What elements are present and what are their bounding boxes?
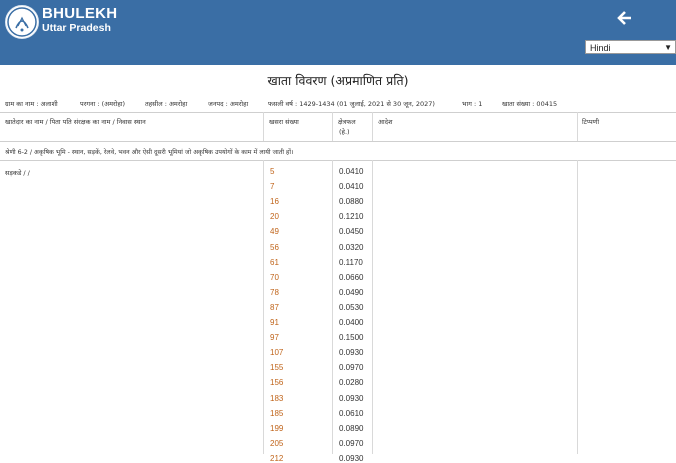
khasra-number: 5 (270, 167, 275, 176)
col-divider (332, 160, 333, 454)
brand-subtitle: Uttar Pradesh (42, 22, 111, 34)
area-value: 0.0530 (339, 303, 364, 312)
meta-fasli: फसली वर्ष : 1429-1434 (01 जुलाई, 2021 से… (268, 100, 435, 108)
col-divider (577, 112, 578, 141)
khasra-number: 156 (270, 378, 284, 387)
area-value: 0.0930 (339, 348, 364, 357)
chevron-down-icon: ▼ (664, 43, 672, 52)
language-select-value: Hindi (590, 43, 611, 53)
khasra-number: 20 (270, 212, 279, 221)
area-value: 0.0490 (339, 288, 364, 297)
khasra-number: 49 (270, 227, 279, 236)
khasra-number: 70 (270, 273, 279, 282)
khasra-number: 199 (270, 424, 284, 433)
col-divider (332, 112, 333, 141)
header-order: आदेश (378, 118, 393, 126)
header-khasra: खसरा संख्या (269, 118, 299, 126)
area-value: 0.0280 (339, 378, 364, 387)
arrow-left-icon[interactable] (617, 10, 633, 26)
area-value: 0.0320 (339, 243, 364, 252)
area-value: 0.0890 (339, 424, 364, 433)
header-area-unit: (हे.) (339, 128, 350, 136)
section-border (0, 160, 676, 161)
header-area: क्षेत्रफल (338, 118, 356, 126)
meta-district: जनपद : अमरोहा (208, 100, 249, 108)
up-emblem-icon (5, 5, 39, 39)
area-value: 0.0660 (339, 273, 364, 282)
khasra-number: 205 (270, 439, 284, 448)
header-owner: खातेदार का नाम / पिता पति संरक्षक का नाम… (5, 118, 146, 126)
khasra-number: 155 (270, 363, 284, 372)
khasra-number: 185 (270, 409, 284, 418)
area-value: 0.0410 (339, 182, 364, 191)
area-value: 0.1500 (339, 333, 364, 342)
area-value: 0.0930 (339, 394, 364, 403)
area-value: 0.0930 (339, 454, 364, 463)
khasra-number: 107 (270, 348, 284, 357)
area-value: 0.0450 (339, 227, 364, 236)
khasra-number: 56 (270, 243, 279, 252)
app-header: BHULEKH Uttar Pradesh Hindi ▼ (0, 0, 676, 65)
meta-khata-no: खाता संख्या : 00415 (502, 100, 558, 108)
meta-bhag: भाग : 1 (462, 100, 483, 108)
brand-title: BHULEKH (42, 5, 118, 22)
language-select[interactable]: Hindi ▼ (585, 40, 676, 54)
col-divider (263, 160, 264, 454)
table-header-border (0, 141, 676, 142)
area-value: 0.0410 (339, 167, 364, 176)
area-value: 0.0970 (339, 439, 364, 448)
col-divider (263, 112, 264, 141)
category-note: श्रेणी 6-2 / अकृषिक भूमि - स्थान, सड़कें… (5, 149, 294, 156)
area-value: 0.1170 (339, 258, 363, 267)
page-title: खाता विवरण (अप्रमाणित प्रति) (267, 73, 409, 88)
meta-village: ग्राम का नाम : अलाशी (5, 100, 58, 108)
khasra-number: 87 (270, 303, 279, 312)
col-divider (372, 160, 373, 454)
table-top-border (0, 112, 676, 113)
meta-tehsil: तहसील : अमरोहा (145, 100, 188, 108)
area-value: 0.0610 (339, 409, 364, 418)
khasra-number: 97 (270, 333, 279, 342)
header-remarks: टिप्पणी (582, 118, 600, 126)
owner-name: सड़कडे / / (5, 169, 30, 177)
area-value: 0.1210 (339, 212, 364, 221)
meta-pargana: परगना : (अमरोहा) (80, 100, 126, 108)
col-divider (577, 160, 578, 454)
khasra-number: 78 (270, 288, 279, 297)
khasra-number: 91 (270, 318, 279, 327)
khasra-number: 7 (270, 182, 275, 191)
khasra-number: 16 (270, 197, 279, 206)
khasra-number: 61 (270, 258, 279, 267)
area-value: 0.0970 (339, 363, 364, 372)
khasra-number: 183 (270, 394, 284, 403)
col-divider (372, 112, 373, 141)
area-value: 0.0400 (339, 318, 364, 327)
area-value: 0.0880 (339, 197, 364, 206)
khasra-number: 212 (270, 454, 284, 463)
